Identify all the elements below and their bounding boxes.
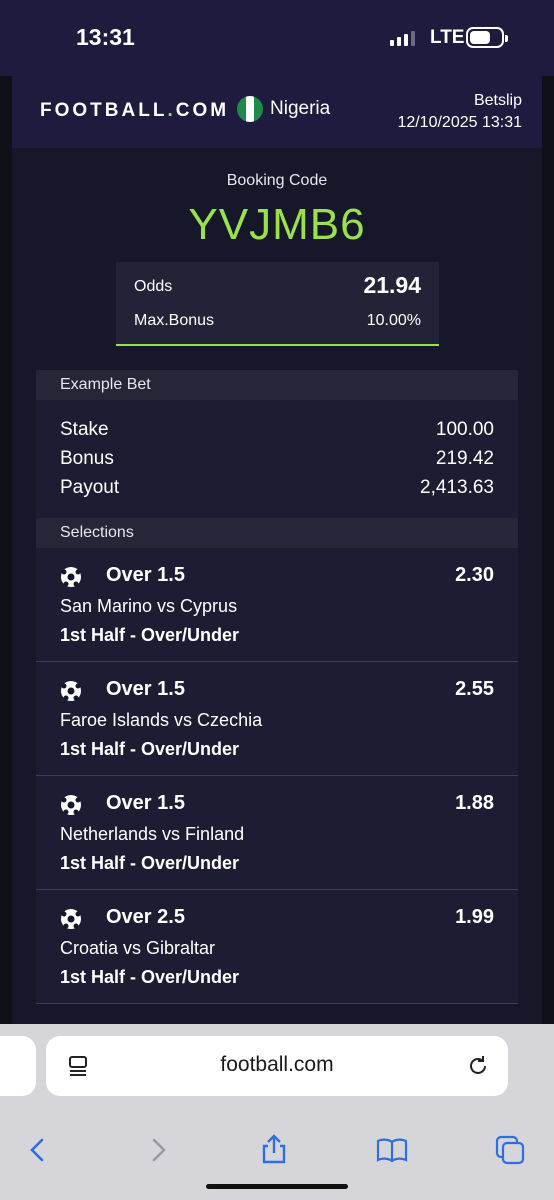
odds-label: Odds — [134, 278, 173, 295]
logo-text: FOOTBALL — [40, 100, 168, 121]
signal-icon — [390, 28, 415, 46]
selections-list: Over 1.5 2.30 San Marino vs Cyprus 1st H… — [36, 548, 518, 1004]
nigeria-flag-icon — [237, 96, 263, 122]
selection-pick: Over 2.5 — [106, 906, 185, 928]
tabs-icon[interactable] — [494, 1134, 526, 1166]
stake-label: Stake — [60, 419, 109, 440]
selection-pick: Over 1.5 — [106, 564, 185, 586]
selection-odds: 2.30 — [455, 564, 494, 586]
selection-market: 1st Half - Over/Under — [60, 853, 240, 873]
app-header: FOOTBALL.COM Nigeria Betslip 12/10/2025 … — [12, 76, 542, 148]
background-left — [0, 76, 12, 1024]
example-bet-header: Example Bet — [36, 370, 518, 400]
bonus-label: Bonus — [60, 448, 114, 469]
payout-row: Payout 2,413.63 — [60, 477, 494, 499]
booking-code: YVJMB6 — [188, 200, 366, 249]
browser-toolbar: football.com — [0, 1024, 554, 1200]
betslip-label: Betslip — [473, 92, 522, 109]
selection-pick: Over 1.5 — [106, 678, 185, 700]
selection-match: Croatia vs Gibraltar — [60, 938, 216, 958]
payout-value: 2,413.63 — [420, 477, 494, 498]
back-icon[interactable] — [22, 1134, 54, 1166]
network-type: LTE — [430, 27, 465, 48]
logo-suffix: COM — [175, 100, 230, 121]
reload-icon[interactable] — [466, 1054, 490, 1078]
football-icon — [61, 909, 81, 929]
forward-icon[interactable] — [142, 1134, 174, 1166]
logo-dot: . — [167, 100, 176, 121]
example-bet-body: Stake 100.00 Bonus 219.42 Payout 2,413.6… — [36, 400, 518, 518]
selection-odds: 1.88 — [455, 792, 494, 814]
share-icon[interactable] — [258, 1134, 290, 1166]
selection-match: Faroe Islands vs Czechia — [60, 710, 263, 730]
selection-market: 1st Half - Over/Under — [60, 967, 240, 987]
max-bonus-value: 10.00% — [366, 312, 421, 329]
football-icon — [61, 567, 81, 587]
address-bar[interactable]: football.com — [46, 1036, 508, 1096]
selection-pick: Over 1.5 — [106, 792, 185, 814]
max-bonus-label: Max.Bonus — [134, 312, 215, 329]
odds-summary: Odds 21.94 Max.Bonus 10.00% — [116, 262, 439, 346]
selection-market: 1st Half - Over/Under — [60, 625, 240, 645]
status-bar: 13:31 LTE — [0, 0, 554, 76]
selection-item[interactable]: Over 1.5 2.55 Faroe Islands vs Czechia 1… — [36, 662, 518, 776]
battery-icon — [466, 27, 508, 48]
stake-row: Stake 100.00 — [60, 419, 494, 441]
football-icon — [61, 681, 81, 701]
bonus-value: 219.42 — [435, 448, 494, 469]
stake-value: 100.00 — [435, 419, 494, 440]
country-label: Nigeria — [270, 98, 331, 119]
selection-item[interactable]: Over 1.5 1.88 Netherlands vs Finland 1st… — [36, 776, 518, 890]
status-time: 13:31 — [76, 24, 135, 50]
football-icon — [61, 795, 81, 815]
selection-item[interactable]: Over 2.5 1.99 Croatia vs Gibraltar 1st H… — [36, 890, 518, 1004]
bookmarks-icon[interactable] — [376, 1134, 408, 1166]
selection-match: Netherlands vs Finland — [60, 824, 245, 844]
selection-market: 1st Half - Over/Under — [60, 739, 240, 759]
home-indicator[interactable] — [206, 1184, 348, 1189]
selections-header: Selections — [36, 518, 518, 548]
bonus-row: Bonus 219.42 — [60, 448, 494, 470]
odds-value: 21.94 — [363, 272, 421, 298]
payout-label: Payout — [60, 477, 120, 498]
logo[interactable]: FOOTBALL.COM — [40, 100, 229, 122]
selection-match: San Marino vs Cyprus — [60, 596, 238, 616]
selection-item[interactable]: Over 1.5 2.30 San Marino vs Cyprus 1st H… — [36, 548, 518, 662]
example-bet-section: Example Bet Stake 100.00 Bonus 219.42 Pa… — [36, 370, 518, 518]
url-text: football.com — [220, 1053, 334, 1076]
betslip-datetime: 12/10/2025 13:31 — [397, 114, 522, 131]
previous-tab-pill[interactable] — [0, 1036, 36, 1096]
background-right — [542, 76, 554, 1024]
betslip-main: Booking Code YVJMB6 Odds 21.94 Max.Bonus… — [12, 148, 542, 1024]
selections-section: Selections Over 1.5 2.30 San Marino vs C… — [36, 518, 518, 1004]
selection-odds: 1.99 — [455, 906, 494, 928]
selection-odds: 2.55 — [455, 678, 494, 700]
booking-code-label: Booking Code — [226, 172, 328, 189]
